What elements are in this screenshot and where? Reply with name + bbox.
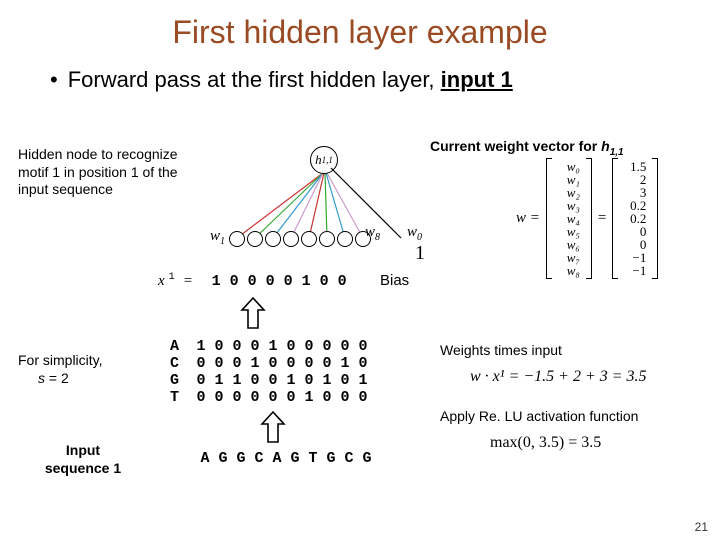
bullet-bold: input 1 bbox=[441, 67, 513, 92]
bullet-dot: • bbox=[50, 67, 58, 93]
input-sequence-label: Inputsequence 1 bbox=[38, 442, 128, 477]
bias-one: 1 bbox=[415, 242, 425, 265]
up-arrow-icon bbox=[240, 296, 266, 330]
simplicity-label: For simplicity, s = 2 bbox=[18, 352, 148, 387]
w8-label: w8 bbox=[365, 224, 380, 243]
nn-diagram: h1,1 w1 w8 w0 1 bbox=[205, 146, 455, 266]
slide-title: First hidden layer example bbox=[0, 0, 720, 51]
hidden-node-label: Hidden node to recognize motif 1 in posi… bbox=[18, 146, 178, 199]
current-weight-label: Current weight vector for h1,1 bbox=[430, 138, 624, 158]
encoding-table: A1000100000C0001000010G0110010101T000000… bbox=[170, 338, 372, 406]
bullet-line: • Forward pass at the first hidden layer… bbox=[0, 51, 720, 93]
bias-label: Bias bbox=[380, 272, 409, 289]
x1-vector: x1 = 10000100 bbox=[158, 272, 351, 290]
w0-label: w0 bbox=[407, 224, 422, 243]
hidden-node-circle: h1,1 bbox=[310, 146, 338, 174]
relu-label: Apply Re. LU activation function bbox=[440, 408, 638, 424]
up-arrow-icon-2 bbox=[260, 410, 286, 444]
weights-times-input-label: Weights times input bbox=[440, 342, 562, 358]
input-nodes bbox=[229, 231, 371, 247]
weight-matrix: w = w₀w₁w₂w₃w₄w₅w₆w₇w₈ = 1.5230.20.200−1… bbox=[516, 158, 658, 279]
bullet-text: Forward pass at the first hidden layer, bbox=[68, 67, 441, 92]
w1-label: w1 bbox=[210, 228, 225, 247]
relu-eq: max(0, 3.5) = 3.5 bbox=[490, 434, 601, 452]
dot-product-eq: w · x¹ = −1.5 + 2 + 3 = 3.5 bbox=[470, 368, 647, 386]
page-number: 21 bbox=[695, 520, 708, 534]
sequence-row: AGGCAGTGCG bbox=[196, 450, 376, 467]
